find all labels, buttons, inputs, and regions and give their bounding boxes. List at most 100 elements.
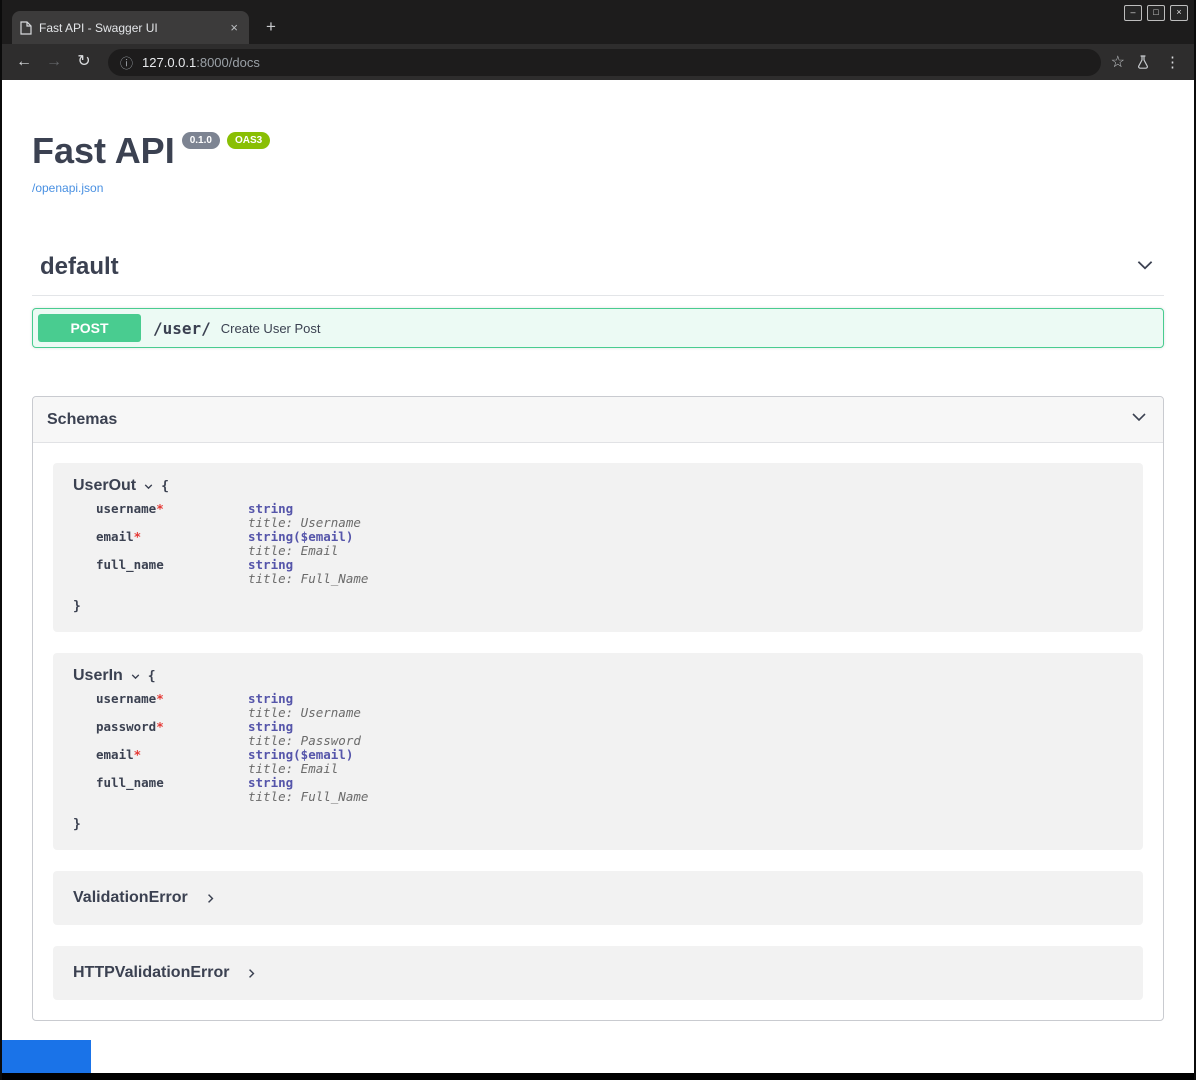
property-name: email* bbox=[96, 530, 248, 558]
site-info-icon[interactable]: ⓘ bbox=[120, 53, 133, 72]
chevron-right-icon[interactable] bbox=[245, 967, 258, 980]
desktop-blue-box bbox=[2, 1040, 91, 1073]
tab-title: Fast API - Swagger UI bbox=[39, 21, 220, 35]
tag-section-default: default POST /user/ Create User Post bbox=[32, 249, 1164, 348]
close-button[interactable]: × bbox=[1170, 5, 1188, 21]
property-definition: string title: Full_Name bbox=[248, 776, 368, 804]
required-star: * bbox=[156, 719, 164, 734]
model-userout: UserOut { username* string ti bbox=[53, 463, 1143, 632]
swagger-page: Fast API0.1.0OAS3 /openapi.json default … bbox=[2, 80, 1194, 1080]
address-bar[interactable]: ⓘ 127.0.0.1:8000/docs bbox=[108, 49, 1101, 76]
property-name: full_name bbox=[96, 776, 248, 804]
property-title: title: Email bbox=[248, 762, 353, 776]
browser-menu-icon[interactable]: ⋮ bbox=[1161, 53, 1184, 71]
flask-icon[interactable] bbox=[1135, 54, 1151, 70]
model-validationerror[interactable]: ValidationError bbox=[53, 871, 1143, 925]
property-row: username* string title: Username bbox=[96, 692, 1123, 720]
window-controls: – □ × bbox=[1124, 5, 1188, 21]
new-tab-button[interactable]: + bbox=[260, 16, 282, 38]
property-name: username* bbox=[96, 692, 248, 720]
bookmark-star-icon[interactable]: ☆ bbox=[1111, 52, 1125, 72]
reload-icon[interactable]: ↻ bbox=[70, 48, 98, 76]
page-favicon-icon bbox=[20, 21, 32, 35]
property-title: title: Username bbox=[248, 706, 361, 720]
property-definition: string title: Full_Name bbox=[248, 558, 368, 586]
chevron-down-icon[interactable] bbox=[130, 671, 141, 682]
url-host: 127.0.0.1 bbox=[142, 55, 196, 70]
property-title: title: Full_Name bbox=[248, 572, 368, 586]
openapi-spec-link[interactable]: /openapi.json bbox=[32, 181, 103, 195]
api-title: Fast API0.1.0OAS3 bbox=[32, 130, 1164, 172]
model-name: ValidationError bbox=[73, 889, 188, 907]
browser-tab[interactable]: Fast API - Swagger UI × bbox=[12, 11, 249, 44]
property-name: full_name bbox=[96, 558, 248, 586]
browser-toolbar: ← → ↻ ⓘ 127.0.0.1:8000/docs ☆ ⋮ bbox=[2, 44, 1194, 80]
open-brace: { bbox=[148, 669, 156, 684]
close-brace: } bbox=[73, 599, 1123, 614]
tab-close-icon[interactable]: × bbox=[227, 20, 241, 35]
property-name: password* bbox=[96, 720, 248, 748]
property-title: title: Full_Name bbox=[248, 790, 368, 804]
property-name: username* bbox=[96, 502, 248, 530]
operation-summary: Create User Post bbox=[221, 321, 321, 336]
property-row: email* string($email) title: Email bbox=[96, 530, 1123, 558]
schemas-body: UserOut { username* string ti bbox=[33, 443, 1163, 1020]
property-row: email* string($email) title: Email bbox=[96, 748, 1123, 776]
property-title: title: Username bbox=[248, 516, 361, 530]
model-name: UserIn bbox=[73, 667, 123, 685]
property-row: full_name string title: Full_Name bbox=[96, 776, 1123, 804]
model-name: HTTPValidationError bbox=[73, 964, 229, 982]
model-title-row[interactable]: UserOut { bbox=[73, 477, 1123, 495]
property-type: string bbox=[248, 692, 361, 706]
property-row: password* string title: Password bbox=[96, 720, 1123, 748]
desktop-bottom-strip bbox=[2, 1073, 1194, 1080]
property-row: full_name string title: Full_Name bbox=[96, 558, 1123, 586]
property-type: string bbox=[248, 720, 361, 734]
required-star: * bbox=[134, 529, 142, 544]
opblock-summary-row[interactable]: POST /user/ Create User Post bbox=[33, 309, 1163, 347]
open-brace: { bbox=[161, 479, 169, 494]
property-type: string($email) bbox=[248, 530, 353, 544]
operation-path: /user/ bbox=[153, 319, 211, 338]
model-properties: username* string title: Username email* … bbox=[96, 502, 1123, 586]
api-info: Fast API0.1.0OAS3 /openapi.json bbox=[32, 130, 1164, 197]
property-definition: string($email) title: Email bbox=[248, 530, 353, 558]
model-properties: username* string title: Username passwor… bbox=[96, 692, 1123, 804]
schemas-section: Schemas UserOut { bbox=[32, 396, 1164, 1021]
property-type: string($email) bbox=[248, 748, 353, 762]
model-userin: UserIn { username* string tit bbox=[53, 653, 1143, 850]
property-title: title: Password bbox=[248, 734, 361, 748]
property-type: string bbox=[248, 558, 368, 572]
property-row: username* string title: Username bbox=[96, 502, 1123, 530]
schemas-title: Schemas bbox=[47, 411, 117, 429]
http-method-badge: POST bbox=[38, 314, 141, 342]
property-type: string bbox=[248, 502, 361, 516]
property-definition: string title: Username bbox=[248, 692, 361, 720]
property-definition: string title: Password bbox=[248, 720, 361, 748]
required-star: * bbox=[134, 747, 142, 762]
maximize-button[interactable]: □ bbox=[1147, 5, 1165, 21]
schemas-header[interactable]: Schemas bbox=[33, 397, 1163, 443]
browser-window: – □ × Fast API - Swagger UI × + ← → ↻ ⓘ … bbox=[0, 0, 1196, 1080]
chevron-down-icon[interactable] bbox=[1134, 254, 1156, 281]
model-title-row[interactable]: UserIn { bbox=[73, 667, 1123, 685]
property-name: email* bbox=[96, 748, 248, 776]
chevron-down-icon[interactable] bbox=[143, 481, 154, 492]
title-bar: – □ × Fast API - Swagger UI × + bbox=[2, 0, 1194, 44]
toolbar-right-icons: ☆ ⋮ bbox=[1111, 52, 1186, 72]
chevron-down-icon[interactable] bbox=[1129, 407, 1149, 432]
tag-title: default bbox=[40, 253, 119, 281]
chevron-right-icon[interactable] bbox=[204, 892, 217, 905]
minimize-button[interactable]: – bbox=[1124, 5, 1142, 21]
property-type: string bbox=[248, 776, 368, 790]
property-definition: string($email) title: Email bbox=[248, 748, 353, 776]
url-path: :8000/docs bbox=[196, 55, 260, 70]
tag-header[interactable]: default bbox=[32, 249, 1164, 296]
version-badge: 0.1.0 bbox=[182, 132, 220, 149]
forward-icon[interactable]: → bbox=[40, 48, 68, 76]
property-title: title: Email bbox=[248, 544, 353, 558]
back-icon[interactable]: ← bbox=[10, 48, 38, 76]
opblock-post-user: POST /user/ Create User Post bbox=[32, 308, 1164, 348]
model-httpvalidationerror[interactable]: HTTPValidationError bbox=[53, 946, 1143, 1000]
required-star: * bbox=[156, 691, 164, 706]
